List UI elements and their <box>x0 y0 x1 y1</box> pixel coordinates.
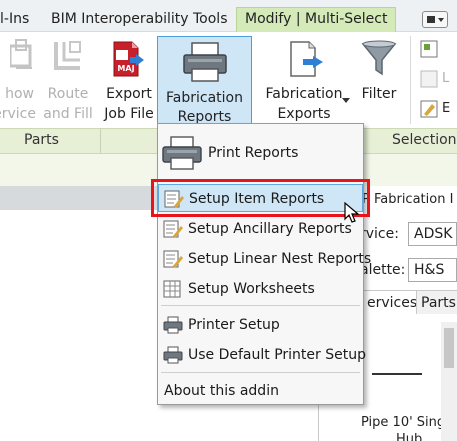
menu-item-use-default-printer-setup[interactable]: Use Default Printer Setup <box>158 341 366 369</box>
menu-item-about-this-addin[interactable]: About this addin <box>158 377 363 405</box>
section-divider <box>100 129 101 153</box>
fabrication-exports-icon <box>290 41 323 77</box>
export-job-file-label-1: Export <box>106 86 152 102</box>
menu-item-setup-linear-nest-reports[interactable]: Setup Linear Nest Reports <box>158 245 371 273</box>
selection-letter-e: E <box>442 101 451 116</box>
menu-item-printer-setup-label: Printer Setup <box>188 317 280 333</box>
menu-separator <box>161 372 360 373</box>
pipe-preview-icon <box>372 373 422 375</box>
show-service-button[interactable]: how ervice <box>0 32 36 128</box>
ribbon-toggle-icon <box>427 16 444 23</box>
menu-item-setup-ancillary-reports[interactable]: Setup Ancillary Reports <box>158 215 363 243</box>
tab-parts[interactable]: Parts <box>416 290 457 314</box>
mouse-pointer-icon <box>344 202 360 223</box>
tab-services[interactable]: ervices <box>362 290 423 314</box>
selection-section-label: Selection <box>392 132 457 148</box>
filter-label: Filter <box>361 86 397 102</box>
panel-scrollbar[interactable] <box>441 322 457 441</box>
route-and-fill-label-1: Route <box>47 86 89 102</box>
fabrication-exports-dropdown-icon <box>342 98 350 103</box>
ribbon-separator <box>410 36 411 124</box>
ribbon-options-dropdown[interactable] <box>422 11 448 28</box>
menu-item-setup-worksheets[interactable]: Setup Worksheets <box>158 275 363 303</box>
service-select[interactable]: ADSK <box>408 222 457 246</box>
ribbon-tab-bar: l-Ins BIM Interoperability Tools Modify … <box>0 0 457 32</box>
fabrication-exports-label-1: Fabrication <box>265 86 343 102</box>
export-job-file-button[interactable]: MAJ Export Job File <box>100 32 158 128</box>
printer-icon <box>162 136 202 170</box>
menu-item-print-reports-label: Print Reports <box>208 145 299 161</box>
parts-section-label: Parts <box>24 132 59 148</box>
report-setup-icon <box>163 250 183 268</box>
route-and-fill-label-2: and Fill <box>43 106 93 122</box>
fabrication-reports-menu: Print Reports Setup Item Reports Setup A… <box>157 123 371 405</box>
panel-scrollbar-thumb[interactable] <box>444 328 454 368</box>
menu-item-setup-worksheets-label: Setup Worksheets <box>188 281 315 297</box>
menu-item-about-this-addin-label: About this addin <box>164 383 279 399</box>
menu-item-setup-linear-nest-reports-label: Setup Linear Nest Reports <box>188 251 372 267</box>
route-and-fill-icon <box>54 41 81 70</box>
tab-bim-interoperability-tools[interactable]: BIM Interoperability Tools <box>51 9 227 32</box>
filter-button[interactable]: Filter <box>356 32 402 128</box>
selection-tools-group: L E <box>420 40 457 124</box>
filter-icon <box>361 40 397 76</box>
maj-badge: MAJ <box>117 64 134 73</box>
fabrication-reports-label-1: Fabrication <box>166 90 243 106</box>
select-elements-icon[interactable] <box>420 40 438 58</box>
printer-setup-icon <box>163 316 183 334</box>
printer-setup-icon <box>163 346 183 364</box>
menu-item-print-reports[interactable]: Print Reports <box>158 128 363 178</box>
palette-select[interactable]: H&S <box>408 258 457 282</box>
menu-item-setup-ancillary-reports-label: Setup Ancillary Reports <box>188 221 352 237</box>
annotation-highlight-box <box>151 179 370 217</box>
service-label: rvice: <box>360 226 399 242</box>
export-job-file-icon: MAJ <box>113 41 144 77</box>
fabrication-reports-button[interactable]: Fabrication Reports <box>157 36 252 125</box>
menu-separator <box>161 305 360 306</box>
show-service-label-2: ervice <box>0 106 36 122</box>
tab-modify-multi-select[interactable]: Modify | Multi-Select <box>236 7 397 32</box>
part-item-label-2: Hub <box>396 432 423 441</box>
printer-icon <box>183 42 227 82</box>
selection-letter-l: L <box>442 71 450 86</box>
show-service-icon <box>10 39 32 69</box>
load-selection-icon[interactable] <box>420 70 438 88</box>
tab-addins[interactable]: l-Ins <box>0 9 29 32</box>
worksheet-icon <box>163 280 181 298</box>
menu-item-printer-setup[interactable]: Printer Setup <box>158 311 363 339</box>
fabrication-exports-label-2: Exports <box>277 106 331 122</box>
route-and-fill-button[interactable]: Route and Fill <box>38 32 98 128</box>
edit-selection-icon[interactable] <box>420 100 438 118</box>
export-job-file-label-2: Job File <box>104 106 154 122</box>
report-setup-icon <box>163 220 183 238</box>
menu-item-use-default-printer-setup-label: Use Default Printer Setup <box>188 347 366 363</box>
show-service-label-1: how <box>5 86 34 102</box>
fabrication-exports-button[interactable]: Fabrication Exports <box>258 32 350 128</box>
